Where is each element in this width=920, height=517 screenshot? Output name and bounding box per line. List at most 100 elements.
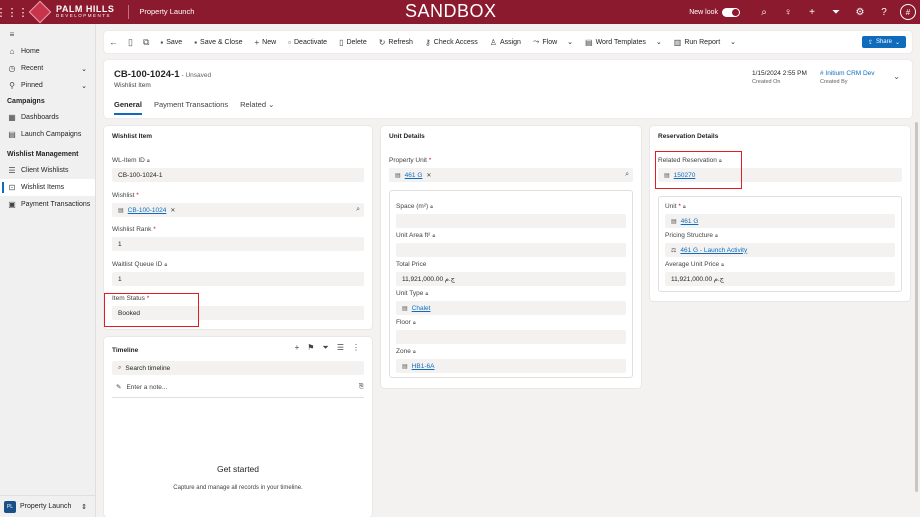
save-status: - Unsaved	[181, 72, 212, 79]
tab-payment-transactions[interactable]: Payment Transactions	[154, 100, 228, 113]
expand-header-chevron-icon[interactable]: ⌄	[893, 72, 900, 81]
sidebar-item-home[interactable]: ⌂ Home	[0, 43, 95, 60]
unit-type-field[interactable]: ▤ Chalet	[396, 301, 626, 315]
section-title: Reservation Details	[658, 133, 719, 140]
area-badge: PL	[4, 500, 16, 513]
top-navigation-bar: ⋮⋮⋮ PALM HILLS DEVELOPMENTS Property Lau…	[0, 0, 920, 24]
record-header: CB-100-1024-1- Unsaved Wishlist Item 1/1…	[104, 60, 912, 118]
reservation-quick-view: Unit * 🔒︎ ▤ 461 G Pricing Structure 🔒︎ ⚖ 4…	[658, 196, 902, 292]
zone-link[interactable]: HB1-6A	[412, 363, 435, 370]
area-name: Property Launch	[20, 503, 72, 510]
created-by-link[interactable]: # Initium CRM Dev	[820, 70, 875, 77]
lock-icon: 🔒︎	[432, 233, 436, 239]
page-scrollbar[interactable]	[915, 122, 918, 492]
trash-icon: ▯	[339, 37, 344, 47]
delete-button[interactable]: ▯ Delete	[333, 31, 373, 53]
property-unit-lookup-field[interactable]: ▤ 461 G ✕ ⌕	[389, 168, 633, 182]
new-look-label: New look	[689, 8, 718, 16]
check-access-button[interactable]: ⚷ Check Access	[419, 31, 484, 53]
search-icon[interactable]: ⌕	[625, 171, 629, 179]
attachment-icon[interactable]: ⎘	[359, 383, 364, 391]
person-icon: ♙	[489, 37, 497, 47]
wishlist-item-section: Wishlist Item WL-Item ID 🔒︎ CB-100-1024-1…	[104, 126, 372, 329]
record-set-icon[interactable]: ▯	[123, 31, 138, 53]
timeline-search-input[interactable]: ⌕ Search timeline	[112, 361, 364, 375]
open-new-window-icon[interactable]: ⧉	[138, 31, 154, 53]
wishlist-lookup-field[interactable]: ▤ CB-100-1024 ✕ ⌕	[112, 203, 364, 217]
pricing-structure-link[interactable]: 461 G - Launch Activity	[680, 247, 747, 254]
floor-label: Floor 🔒︎	[396, 319, 416, 326]
sidebar-item-pinned[interactable]: ⚲ Pinned ⌄	[0, 77, 95, 94]
sidebar-item-recent[interactable]: ◷ Recent ⌄	[0, 60, 95, 77]
wishlist-rank-field[interactable]: 1	[112, 237, 364, 251]
back-button[interactable]: ←	[104, 31, 123, 53]
campaign-icon: ▤	[8, 130, 16, 139]
list-view-icon[interactable]: ☰	[337, 343, 344, 353]
average-unit-price-field: 11,921,000.00 ج.م	[665, 272, 895, 286]
zone-field[interactable]: ▤ HB1-6A	[396, 359, 626, 373]
add-icon[interactable]: +	[295, 343, 300, 353]
zone-label: Zone 🔒︎	[396, 348, 416, 355]
list-icon: ☰	[8, 166, 16, 175]
pricing-structure-label: Pricing Structure 🔒︎	[665, 232, 718, 239]
check-access-icon: ⚷	[424, 37, 431, 47]
word-icon: ▤	[585, 37, 593, 47]
assign-button[interactable]: ♙ Assign	[484, 31, 527, 53]
record-entity-name: Wishlist Item	[114, 82, 151, 89]
tab-related[interactable]: Related ⌄	[240, 100, 274, 113]
section-title: Unit Details	[389, 133, 425, 140]
new-look-toggle[interactable]	[722, 7, 740, 17]
settings-gear-icon[interactable]: ⚙	[848, 7, 872, 18]
unit-type-link[interactable]: Chalet	[412, 305, 431, 312]
help-icon[interactable]: ?	[872, 7, 896, 18]
clear-icon[interactable]: ✕	[170, 207, 175, 214]
clear-icon[interactable]: ✕	[426, 172, 431, 179]
user-avatar[interactable]: #	[900, 4, 916, 20]
chevron-down-icon: ⌄	[655, 39, 662, 46]
share-button[interactable]: ⇪ Share ⌄	[861, 36, 906, 48]
unit-link[interactable]: 461 G	[681, 218, 699, 225]
search-icon[interactable]: ⌕	[752, 7, 776, 18]
unit-field[interactable]: ▤ 461 G	[665, 214, 895, 228]
deactivate-button[interactable]: ▫ Deactivate	[282, 31, 333, 53]
sidebar-item-launch-campaigns[interactable]: ▤ Launch Campaigns	[0, 126, 95, 143]
sidebar-section-wishlist: Wishlist Management	[7, 151, 79, 158]
note-input[interactable]: ✎ Enter a note... ⎘	[116, 383, 364, 391]
command-bar: ← ▯ ⧉ ▪ Save ▪ Save & Close + New ▫ Deactiva…	[104, 31, 912, 53]
new-button[interactable]: + New	[248, 31, 282, 53]
property-unit-link[interactable]: 461 G	[405, 172, 423, 179]
report-icon: ▥	[673, 37, 682, 47]
wishlist-rank-label: Wishlist Rank *	[112, 226, 156, 233]
more-options-icon[interactable]: ⋮	[352, 343, 360, 353]
wishlist-link[interactable]: CB-100-1024	[128, 207, 167, 214]
search-icon[interactable]: ⌕	[356, 206, 360, 214]
save-close-button[interactable]: ▪ Save & Close	[188, 31, 248, 53]
bookmark-icon[interactable]: ⚑	[307, 343, 314, 353]
sidebar-item-payment-transactions[interactable]: ▣ Payment Transactions	[0, 196, 95, 213]
unit-label: Unit * 🔒︎	[665, 203, 686, 210]
filter-icon[interactable]: ⏷	[322, 343, 328, 353]
plus-icon[interactable]: +	[800, 7, 824, 18]
sidebar-item-wishlist-items[interactable]: ⊡ Wishlist Items	[0, 179, 95, 196]
tab-general[interactable]: General	[114, 100, 142, 115]
app-name[interactable]: Property Launch	[128, 5, 194, 19]
empty-state-title: Get started	[216, 464, 260, 474]
app-launcher-icon[interactable]: ⋮⋮⋮	[0, 0, 29, 24]
lightbulb-icon[interactable]: ♀	[776, 7, 800, 18]
hamburger-menu-icon[interactable]: ≡	[0, 26, 95, 43]
run-report-button[interactable]: ▥ Run Report ⌄	[668, 31, 742, 53]
pricing-structure-field[interactable]: ⚖ 461 G - Launch Activity	[665, 243, 895, 257]
sidebar-item-dashboards[interactable]: ▦ Dashboards	[0, 109, 95, 126]
unit-type-label: Unit Type 🔒︎	[396, 290, 429, 297]
filter-icon[interactable]: ⏷	[824, 7, 848, 18]
refresh-button[interactable]: ↻ Refresh	[373, 31, 419, 53]
refresh-icon: ↻	[378, 37, 386, 47]
record-title: CB-100-1024-1- Unsaved	[114, 69, 212, 80]
flow-button[interactable]: ⤳ Flow ⌄	[527, 31, 579, 53]
plus-icon: +	[254, 37, 260, 47]
unit-area-label: Unit Area ft² 🔒︎	[396, 232, 436, 239]
sidebar-item-client-wishlists[interactable]: ☰ Client Wishlists	[0, 162, 95, 179]
area-switcher[interactable]: PL Property Launch ⇕	[0, 495, 95, 517]
save-button[interactable]: ▪ Save	[154, 31, 188, 53]
word-templates-button[interactable]: ▤ Word Templates ⌄	[579, 31, 668, 53]
